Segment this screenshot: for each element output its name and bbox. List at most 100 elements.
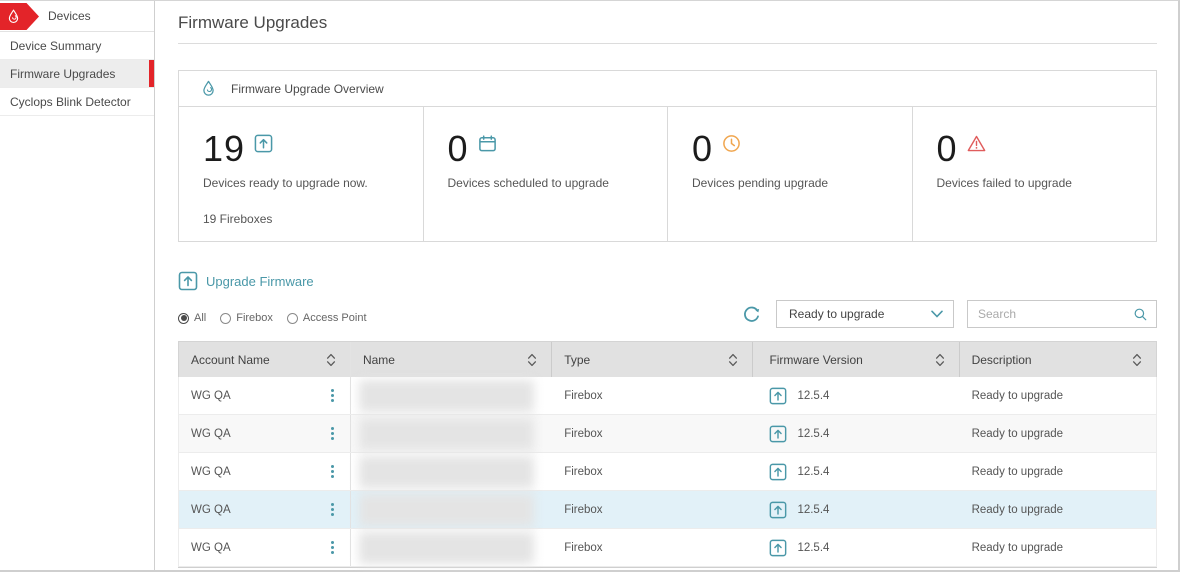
column-label: Name [363, 353, 395, 367]
brand-banner [0, 3, 39, 30]
radio-label: All [194, 312, 206, 324]
device-name-cell [351, 377, 552, 414]
sidebar-item-device-summary[interactable]: Device Summary [0, 32, 154, 60]
device-name-cell [351, 491, 552, 528]
table-body: WG QA Firebox 12.5.4 Ready to upgrade WG… [178, 377, 1157, 567]
description-cell: Ready to upgrade [960, 415, 1156, 452]
account-name: WG QA [191, 428, 231, 440]
description-cell: Ready to upgrade [960, 453, 1156, 490]
sort-icon[interactable] [1132, 353, 1142, 367]
device-type: Firebox [564, 390, 602, 402]
table-row[interactable]: WG QA Firebox 12.5.4 Ready to upgrade [179, 453, 1156, 491]
radio-circle [178, 313, 189, 324]
column-header-description[interactable]: Description [960, 342, 1156, 377]
radio-circle [287, 313, 298, 324]
table-row[interactable]: WG QA Firebox 12.5.4 Ready to upgrade [179, 415, 1156, 453]
upgrade-firmware-label: Upgrade Firmware [206, 274, 314, 289]
device-type: Firebox [564, 466, 602, 478]
refresh-button[interactable] [741, 304, 762, 325]
stat-failed-to-upgrade: 0 Devices failed to upgrade [913, 107, 1157, 241]
description-cell: Ready to upgrade [960, 529, 1156, 566]
stat-scheduled-to-upgrade: 0 Devices scheduled to upgrade [424, 107, 669, 241]
type-cell: Firebox [552, 377, 753, 414]
column-header-name[interactable]: Name [351, 342, 552, 377]
radio-label: Firebox [236, 312, 273, 324]
radio-access-point[interactable]: Access Point [287, 312, 367, 324]
stat-value: 0 [937, 131, 958, 167]
column-label: Firmware Version [769, 353, 862, 367]
sidebar-section-label: Devices [48, 9, 91, 23]
upload-icon [254, 134, 273, 153]
upload-icon [769, 425, 787, 443]
device-name-cell [351, 453, 552, 490]
table-row[interactable]: WG QA Firebox 12.5.4 Ready to upgrade [179, 491, 1156, 529]
kebab-menu-icon[interactable] [325, 461, 340, 482]
kebab-menu-icon[interactable] [325, 499, 340, 520]
redacted-device-name [359, 532, 534, 564]
account-name: WG QA [191, 390, 231, 402]
stat-value: 0 [692, 131, 713, 167]
column-header-account-name[interactable]: Account Name [179, 342, 351, 377]
column-header-firmware-version[interactable]: Firmware Version [753, 342, 959, 377]
account-name: WG QA [191, 504, 231, 516]
description: Ready to upgrade [972, 466, 1063, 478]
table-row[interactable]: WG QA Firebox 12.5.4 Ready to upgrade [179, 529, 1156, 567]
status-filter-value: Ready to upgrade [789, 307, 931, 321]
stat-sublabel: 19 Fireboxes [203, 212, 403, 226]
devices-table: Account Name Name Type Firmware Version … [178, 341, 1157, 568]
upgrade-firmware-button[interactable]: Upgrade Firmware [178, 271, 314, 291]
type-cell: Firebox [552, 415, 753, 452]
radio-all[interactable]: All [178, 312, 206, 324]
type-cell: Firebox [552, 529, 753, 566]
account-name-cell: WG QA [179, 415, 351, 452]
stat-label: Devices scheduled to upgrade [448, 176, 648, 190]
upload-icon [178, 271, 198, 291]
stat-value: 19 [203, 131, 245, 167]
description: Ready to upgrade [972, 390, 1063, 402]
stat-label: Devices ready to upgrade now. [203, 176, 403, 190]
calendar-icon [478, 134, 497, 153]
device-name-cell [351, 415, 552, 452]
stat-label: Devices pending upgrade [692, 176, 892, 190]
redacted-device-name [359, 456, 534, 488]
device-type: Firebox [564, 504, 602, 516]
upload-icon [769, 501, 787, 519]
stat-pending-upgrade: 0 Devices pending upgrade [668, 107, 913, 241]
stat-label: Devices failed to upgrade [937, 176, 1137, 190]
upload-icon [769, 463, 787, 481]
kebab-menu-icon[interactable] [325, 385, 340, 406]
status-filter-select[interactable]: Ready to upgrade [776, 300, 954, 328]
radio-circle [220, 313, 231, 324]
radio-firebox[interactable]: Firebox [220, 312, 273, 324]
type-cell: Firebox [552, 491, 753, 528]
sort-icon[interactable] [935, 353, 945, 367]
search-input[interactable] [978, 307, 1133, 321]
sidebar-header: Devices [0, 1, 154, 32]
firmware-version: 12.5.4 [797, 390, 829, 402]
sort-icon[interactable] [527, 353, 537, 367]
table-row[interactable]: WG QA Firebox 12.5.4 Ready to upgrade [179, 377, 1156, 415]
sort-icon[interactable] [728, 353, 738, 367]
account-name-cell: WG QA [179, 377, 351, 414]
sidebar-item-cyclops-blink-detector[interactable]: Cyclops Blink Detector [0, 88, 154, 116]
description-cell: Ready to upgrade [960, 377, 1156, 414]
overview-card-header: Firmware Upgrade Overview [179, 71, 1156, 107]
column-header-type[interactable]: Type [552, 342, 753, 377]
sort-icon[interactable] [326, 353, 336, 367]
warning-icon [967, 134, 986, 153]
search-icon[interactable] [1133, 306, 1148, 323]
description: Ready to upgrade [972, 428, 1063, 440]
radio-label: Access Point [303, 312, 367, 324]
description: Ready to upgrade [972, 504, 1063, 516]
watchguard-drop-icon [5, 8, 22, 25]
sidebar: Devices Device Summary Firmware Upgrades… [0, 1, 155, 570]
kebab-menu-icon[interactable] [325, 537, 340, 558]
device-type: Firebox [564, 428, 602, 440]
column-label: Type [564, 353, 590, 367]
description-cell: Ready to upgrade [960, 491, 1156, 528]
kebab-menu-icon[interactable] [325, 423, 340, 444]
firmware-version: 12.5.4 [797, 428, 829, 440]
overview-stats: 19 Devices ready to upgrade now. 19 Fire… [179, 107, 1156, 241]
sidebar-item-firmware-upgrades[interactable]: Firmware Upgrades [0, 60, 154, 88]
redacted-device-name [359, 418, 534, 450]
